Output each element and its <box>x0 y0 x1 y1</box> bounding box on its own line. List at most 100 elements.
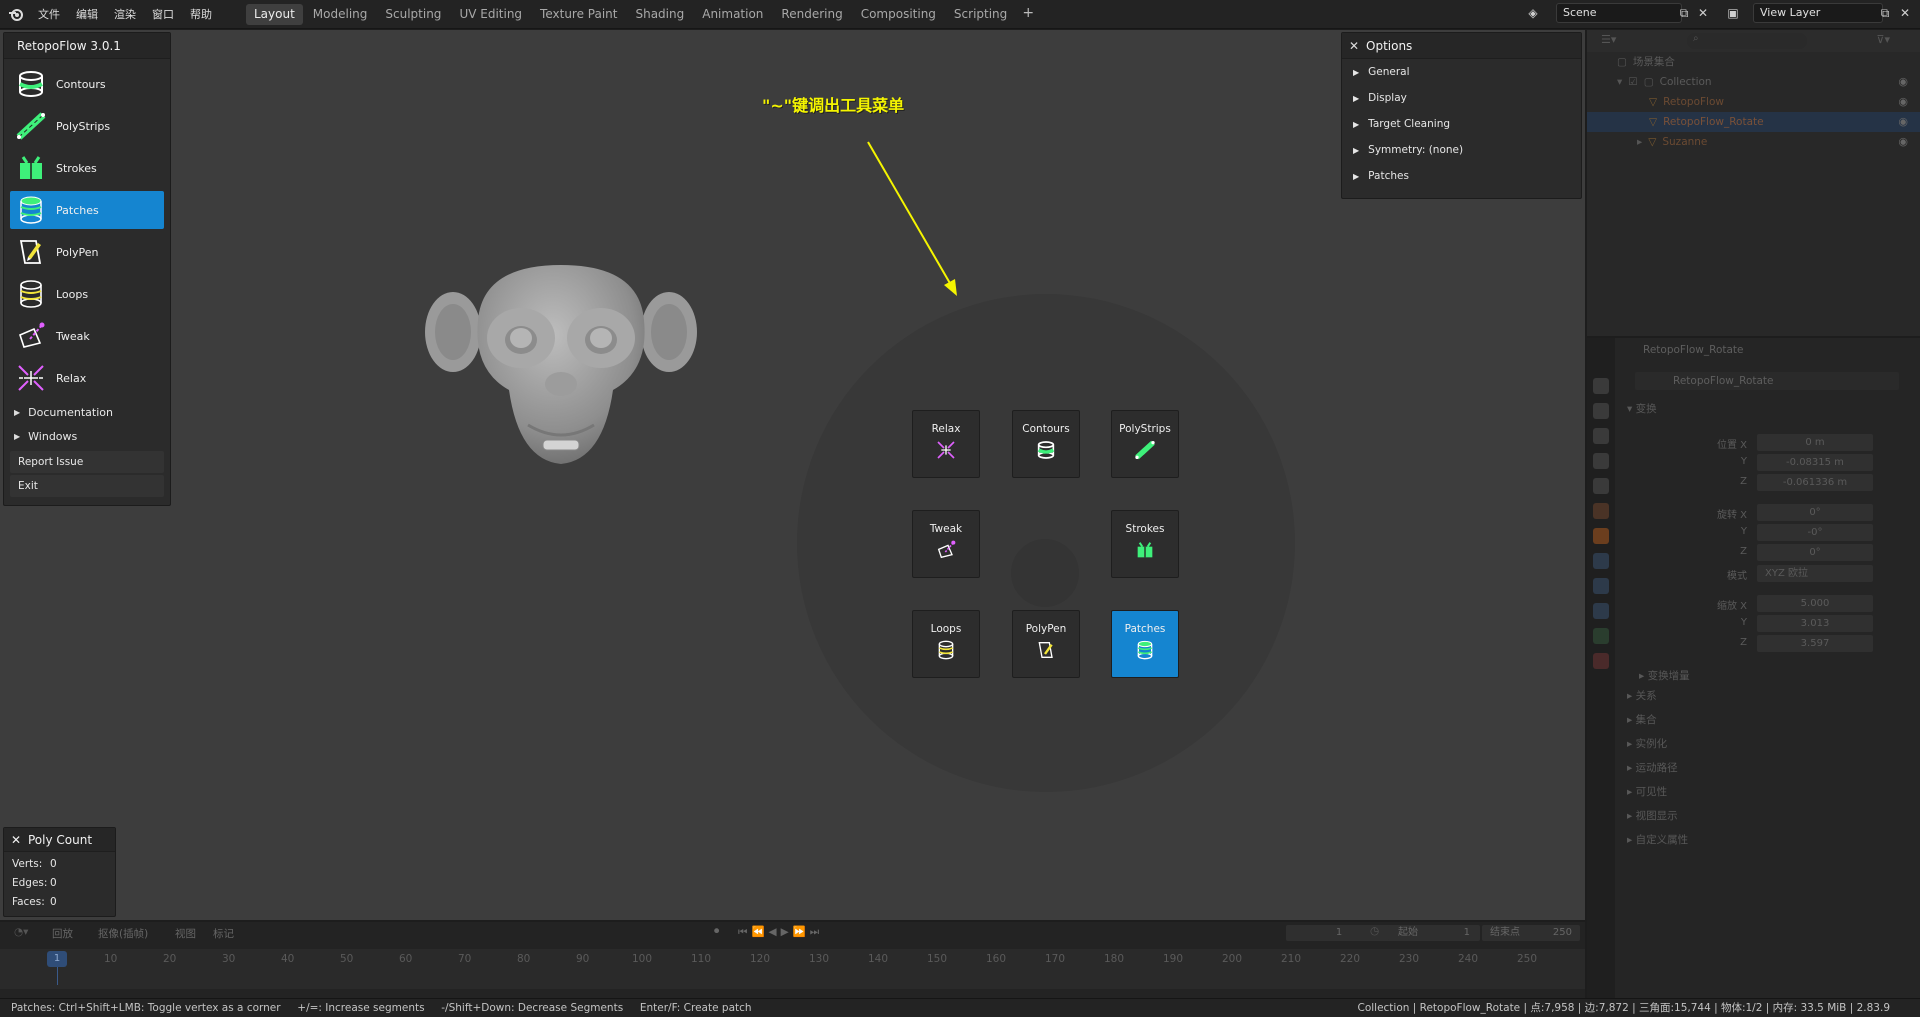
record-icon[interactable]: ⏺ <box>714 925 719 938</box>
location-x-field[interactable]: 0 m <box>1757 434 1873 451</box>
custom-properties-section[interactable]: ▸ 自定义属性 <box>1627 832 1688 847</box>
playback-controls-icon[interactable]: ⏮⏪◀▶⏩⏭ <box>738 925 823 939</box>
view-layer-selector[interactable]: View Layer <box>1753 3 1883 23</box>
menu-edit[interactable]: 编辑 <box>68 0 106 29</box>
playhead-indicator[interactable]: 1 <box>47 951 67 967</box>
outliner-retopoflow-rotate[interactable]: ▽ RetopoFlow_Rotate ◉ <box>1587 112 1920 132</box>
new-scene-icon[interactable]: ⧉ <box>1675 4 1693 22</box>
outliner-search-input[interactable]: ⌕ <box>1687 33 1807 49</box>
pie-polystrips-button[interactable]: PolyStrips <box>1111 410 1179 478</box>
checkbox-icon[interactable]: ☑ <box>1628 72 1637 92</box>
options-target-cleaning[interactable]: ▶ Target Cleaning <box>1342 111 1581 137</box>
outliner-scene-collection[interactable]: ▢ 场景集合 <box>1587 52 1920 72</box>
tab-scripting[interactable]: Scripting <box>946 4 1015 25</box>
eye-icon[interactable]: ◉ <box>1898 72 1908 92</box>
view-layer-icon[interactable]: ▣ <box>1724 4 1742 22</box>
scale-x-field[interactable]: 5.000 <box>1757 595 1873 612</box>
3d-viewport[interactable]: RetopoFlow 3.0.1 Contours PolyStrips Str… <box>0 30 1585 920</box>
tab-rendering[interactable]: Rendering <box>773 4 850 25</box>
pie-patches-button[interactable]: Patches <box>1111 610 1179 678</box>
options-patches[interactable]: ▶ Patches <box>1342 163 1581 189</box>
add-workspace-button[interactable]: + <box>1019 5 1037 23</box>
pie-polypen-button[interactable]: PolyPen <box>1012 610 1080 678</box>
tool-patches[interactable]: Patches <box>10 191 164 229</box>
tab-uv-editing[interactable]: UV Editing <box>451 4 530 25</box>
location-y-field[interactable]: -0.08315 m <box>1757 454 1873 471</box>
options-display[interactable]: ▶ Display <box>1342 85 1581 111</box>
eye-icon[interactable]: ◉ <box>1898 92 1908 112</box>
suzanne-mesh[interactable] <box>423 260 699 486</box>
tab-sculpting[interactable]: Sculpting <box>377 4 449 25</box>
outliner-collection[interactable]: ▾ ☑ ▢ Collection ◉ <box>1587 72 1920 92</box>
location-z-field[interactable]: -0.061336 m <box>1757 474 1873 491</box>
rotation-y-field[interactable]: -0° <box>1757 524 1873 541</box>
retopoflow-title[interactable]: RetopoFlow 3.0.1 <box>4 33 170 59</box>
delete-scene-icon[interactable]: ✕ <box>1694 4 1712 22</box>
pie-relax-button[interactable]: Relax <box>912 410 980 478</box>
start-frame-field[interactable]: 起始 1 <box>1388 925 1480 941</box>
pie-tweak-button[interactable]: Tweak <box>912 510 980 578</box>
tool-tweak[interactable]: Tweak <box>10 317 164 355</box>
timeline-menu-playback[interactable]: 回放 <box>52 926 73 941</box>
rotation-x-field[interactable]: 0° <box>1757 504 1873 521</box>
visibility-section[interactable]: ▸ 可见性 <box>1627 784 1667 799</box>
eye-icon[interactable]: ◉ <box>1898 132 1908 152</box>
menu-file[interactable]: 文件 <box>30 0 68 29</box>
object-name-field[interactable]: RetopoFlow_Rotate <box>1635 372 1899 390</box>
tool-loops[interactable]: Loops <box>10 275 164 313</box>
rotation-z-field[interactable]: 0° <box>1757 544 1873 561</box>
clock-icon[interactable]: ◷ <box>1370 925 1379 937</box>
timeline-menu-keying[interactable]: 抠像(插帧) <box>98 926 148 941</box>
tool-strokes[interactable]: Strokes <box>10 149 164 187</box>
close-icon[interactable]: ✕ <box>4 833 28 847</box>
menu-render[interactable]: 渲染 <box>106 0 144 29</box>
texture-tab-icon[interactable] <box>1593 653 1609 669</box>
end-frame-field[interactable]: 结束点 250 <box>1482 925 1580 941</box>
delta-transform-section[interactable]: ▸ 变换增量 <box>1639 668 1690 683</box>
close-icon[interactable]: ✕ <box>1342 33 1366 59</box>
timeline-menu-view[interactable]: 视图 <box>175 926 196 941</box>
instancing-section[interactable]: ▸ 实例化 <box>1627 736 1667 751</box>
editor-type-icon[interactable]: ◔▾ <box>14 926 28 938</box>
new-view-layer-icon[interactable]: ⧉ <box>1876 4 1894 22</box>
delete-view-layer-icon[interactable]: ✕ <box>1896 4 1914 22</box>
filter-icon[interactable]: ⊽▾ <box>1876 33 1890 46</box>
documentation-expander[interactable]: ▶ Documentation <box>4 401 170 425</box>
tool-polystrips[interactable]: PolyStrips <box>10 107 164 145</box>
tool-tab-icon[interactable] <box>1593 378 1609 394</box>
rotation-mode-select[interactable]: XYZ 欧拉 <box>1757 565 1873 582</box>
scale-z-field[interactable]: 3.597 <box>1757 635 1873 652</box>
poly-count-title-bar[interactable]: ✕ Poly Count <box>4 828 115 852</box>
tab-compositing[interactable]: Compositing <box>853 4 944 25</box>
motion-paths-section[interactable]: ▸ 运动路径 <box>1627 760 1678 775</box>
transform-section[interactable]: ▾ 变换 <box>1627 401 1657 416</box>
options-title-bar[interactable]: ✕ Options <box>1342 33 1581 59</box>
scene-selector[interactable]: Scene <box>1556 3 1682 23</box>
render-tab-icon[interactable] <box>1593 403 1609 419</box>
tool-relax[interactable]: Relax <box>10 359 164 397</box>
pie-strokes-button[interactable]: Strokes <box>1111 510 1179 578</box>
options-symmetry[interactable]: ▶ Symmetry: (none) <box>1342 137 1581 163</box>
tool-contours[interactable]: Contours <box>10 65 164 103</box>
display-mode-icon[interactable]: ☰▾ <box>1601 33 1616 46</box>
relations-section[interactable]: ▸ 关系 <box>1627 688 1657 703</box>
blender-logo-icon[interactable] <box>8 6 24 22</box>
menu-help[interactable]: 帮助 <box>182 0 220 29</box>
eye-icon[interactable]: ◉ <box>1898 112 1908 132</box>
exit-button[interactable]: Exit <box>10 475 164 497</box>
menu-window[interactable]: 窗口 <box>144 0 182 29</box>
tool-polypen[interactable]: PolyPen <box>10 233 164 271</box>
tab-shading[interactable]: Shading <box>627 4 692 25</box>
tab-modeling[interactable]: Modeling <box>305 4 376 25</box>
outliner-retopoflow[interactable]: ▽ RetopoFlow ◉ <box>1587 92 1920 112</box>
pie-contours-button[interactable]: Contours <box>1012 410 1080 478</box>
timeline-menu-marker[interactable]: 标记 <box>213 926 234 941</box>
report-issue-button[interactable]: Report Issue <box>10 451 164 473</box>
tab-animation[interactable]: Animation <box>694 4 771 25</box>
timeline-ruler[interactable]: 1 10 20 30 40 50 60 70 80 90 100 110 120… <box>0 949 1585 989</box>
windows-expander[interactable]: ▶ Windows <box>4 425 170 449</box>
collections-section[interactable]: ▸ 集合 <box>1627 712 1657 727</box>
options-general[interactable]: ▶ General <box>1342 59 1581 85</box>
outliner-suzanne[interactable]: ▸ ▽ Suzanne ◉ <box>1587 132 1920 152</box>
pie-loops-button[interactable]: Loops <box>912 610 980 678</box>
